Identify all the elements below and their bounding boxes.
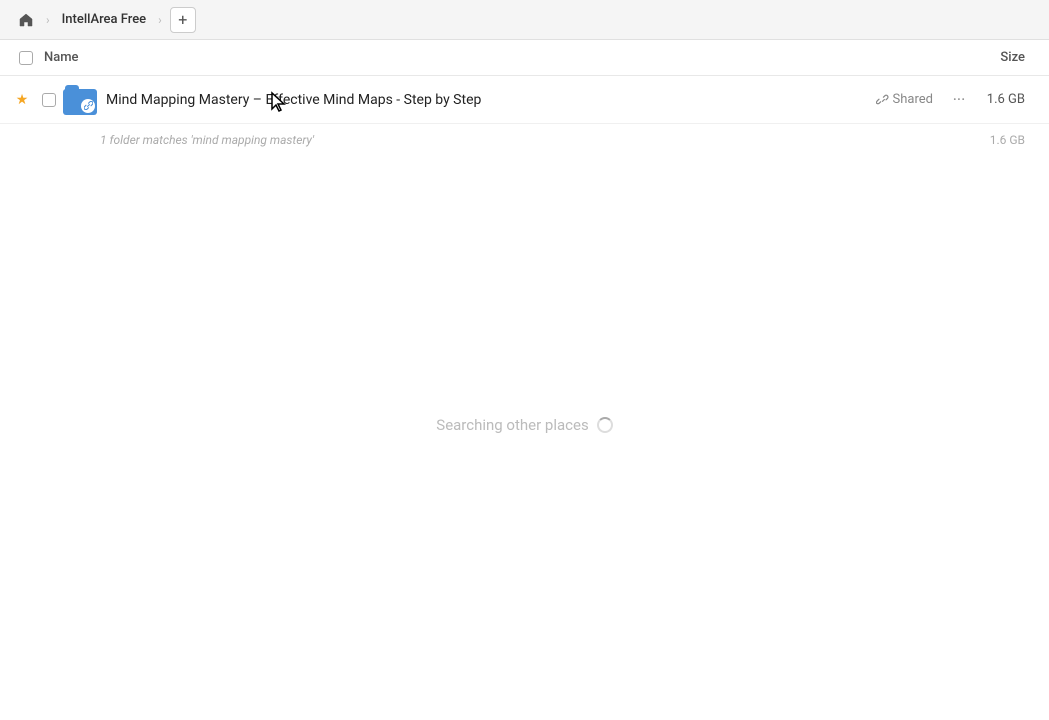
breadcrumb-separator-1: › <box>46 13 50 27</box>
searching-text: Searching other places <box>436 416 588 434</box>
column-headers: Name Size <box>0 40 1049 76</box>
table-row[interactable]: ★ Mind Mapping Mastery – Effective Mind … <box>0 76 1049 124</box>
column-size-header[interactable]: Size <box>961 50 1041 65</box>
searching-other-places-section: Searching other places <box>0 416 1049 434</box>
file-name: Mind Mapping Mastery – Effective Mind Ma… <box>106 92 876 108</box>
breadcrumb-app[interactable]: IntellArea Free <box>56 10 153 29</box>
top-bar: › IntellArea Free › + <box>0 0 1049 40</box>
home-button[interactable] <box>12 6 40 34</box>
select-all-checkbox[interactable] <box>19 51 33 65</box>
row-checkbox[interactable] <box>36 93 62 107</box>
more-options-button[interactable]: ··· <box>945 86 973 114</box>
add-button[interactable]: + <box>170 7 196 33</box>
star-button[interactable]: ★ <box>8 92 36 108</box>
column-name-header[interactable]: Name <box>44 50 961 65</box>
header-checkbox-area <box>8 51 44 65</box>
shared-link-icon <box>876 93 889 106</box>
match-info-size: 1.6 GB <box>990 133 1041 147</box>
file-size: 1.6 GB <box>981 92 1041 107</box>
match-info-row: 1 folder matches 'mind mapping mastery' … <box>0 124 1049 156</box>
link-indicator-icon <box>81 99 95 113</box>
shared-badge: Shared <box>876 92 933 107</box>
match-info-text: 1 folder matches 'mind mapping mastery' <box>100 133 990 147</box>
loading-spinner <box>597 417 613 433</box>
breadcrumb-separator-2: › <box>158 13 162 27</box>
folder-icon <box>62 82 98 118</box>
